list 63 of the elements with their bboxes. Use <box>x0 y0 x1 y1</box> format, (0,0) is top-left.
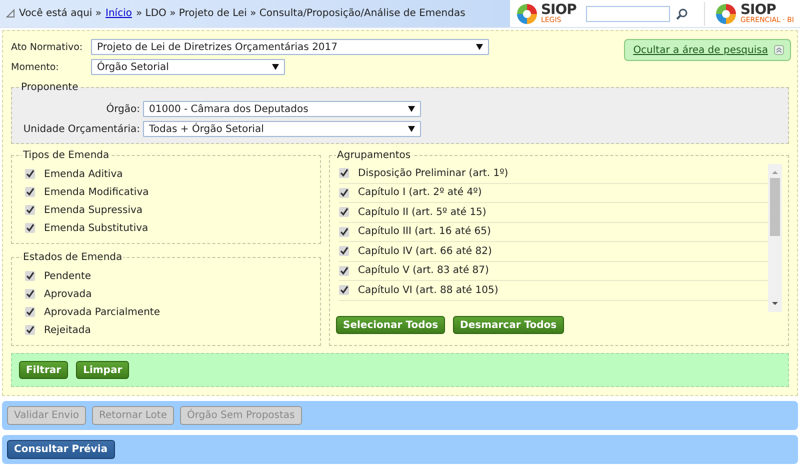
logo-title: SIOP <box>740 3 776 17</box>
checkbox-label: Capítulo III (art. 16 até 65) <box>358 226 491 238</box>
panel-legend: Tipos de Emenda <box>22 150 110 161</box>
checkbox-label: Emenda Supressiva <box>44 204 143 216</box>
checkbox-label: Emenda Substitutiva <box>44 222 148 234</box>
clear-button[interactable]: Limpar <box>76 361 130 379</box>
search-icon[interactable] <box>676 8 688 20</box>
field-label: Órgão: <box>105 104 141 114</box>
select-field[interactable]: Projeto de Lei de Diretrizes Orçamentárias 2017 <box>91 39 489 55</box>
caret-icon <box>408 126 415 132</box>
checkbox[interactable] <box>339 168 349 178</box>
checkbox-label: Capítulo I (art. 2º até 4º) <box>358 187 482 198</box>
breadcrumb-trail: » LDO » Projeto de Lei » Consulta/Proposição/Análise de Emendas <box>136 8 466 19</box>
caret-icon <box>272 64 279 70</box>
checkbox-label: Capítulo VI (art. 88 até 105) <box>358 284 498 296</box>
checkbox[interactable] <box>25 289 35 299</box>
checkbox[interactable] <box>25 271 35 281</box>
field-label: Momento: <box>11 62 60 72</box>
corner-arrow-icon <box>6 9 15 18</box>
checkbox-label: Capítulo IV (art. 66 até 82) <box>358 246 492 257</box>
breadcrumb-label: Você está aqui » <box>19 8 102 19</box>
checkbox[interactable] <box>339 266 349 276</box>
checkbox-label: Pendente <box>44 270 92 282</box>
checkbox-label: Capítulo II (art. 5º até 15) <box>358 206 486 218</box>
checkbox[interactable] <box>25 223 35 233</box>
checkbox[interactable] <box>25 187 35 197</box>
checkbox-label: Rejeitada <box>44 324 91 336</box>
action-button[interactable]: Consultar Prévia <box>7 440 115 459</box>
panel-legend: Estados de Emenda <box>22 252 124 263</box>
panel-legend: Agrupamentos <box>336 150 412 161</box>
checkbox[interactable] <box>339 226 349 237</box>
checkbox[interactable] <box>339 207 349 218</box>
checkbox[interactable] <box>25 169 35 179</box>
checkbox[interactable] <box>339 246 349 256</box>
logo-icon <box>715 2 738 24</box>
chevron-up-icon[interactable] <box>774 45 784 55</box>
checkbox-label: Aprovada Parcialmente <box>44 306 160 318</box>
select-field[interactable]: 01000 - Câmara dos Deputados <box>143 101 421 117</box>
search-field[interactable] <box>586 6 670 22</box>
logo-icon <box>516 2 538 24</box>
caret-icon <box>476 44 483 50</box>
logo-title: SIOP <box>540 3 576 17</box>
checkbox[interactable] <box>339 285 349 296</box>
checkbox-label: Capítulo V (art. 83 até 87) <box>358 265 489 276</box>
hide-search-link[interactable]: Ocultar a área de pesquisa <box>633 44 768 56</box>
breadcrumb-link[interactable]: Início <box>106 8 132 19</box>
checkbox[interactable] <box>339 188 349 198</box>
checkbox-label: Emenda Aditiva <box>44 168 123 180</box>
checkbox[interactable] <box>25 325 35 335</box>
select-field[interactable]: Órgão Setorial <box>91 59 285 75</box>
field-label: Unidade Orçamentária: <box>22 124 141 134</box>
field-label: Ato Normativo: <box>11 42 84 52</box>
checkbox-label: Aprovada <box>44 288 92 300</box>
checkbox-label: Disposição Preliminar (art. 1º) <box>358 168 508 179</box>
checkbox[interactable] <box>25 307 35 317</box>
panel-legend: Proponente <box>20 82 80 93</box>
select-field[interactable]: Todas + Órgão Setorial <box>143 121 421 137</box>
select-all-button[interactable]: Selecionar Todos <box>336 316 446 334</box>
checkbox[interactable] <box>25 205 35 215</box>
filter-button[interactable]: Filtrar <box>19 361 68 379</box>
caret-icon <box>408 106 415 112</box>
checkbox-label: Emenda Modificativa <box>44 186 149 198</box>
deselect-all-button[interactable]: Desmarcar Todos <box>453 316 564 334</box>
